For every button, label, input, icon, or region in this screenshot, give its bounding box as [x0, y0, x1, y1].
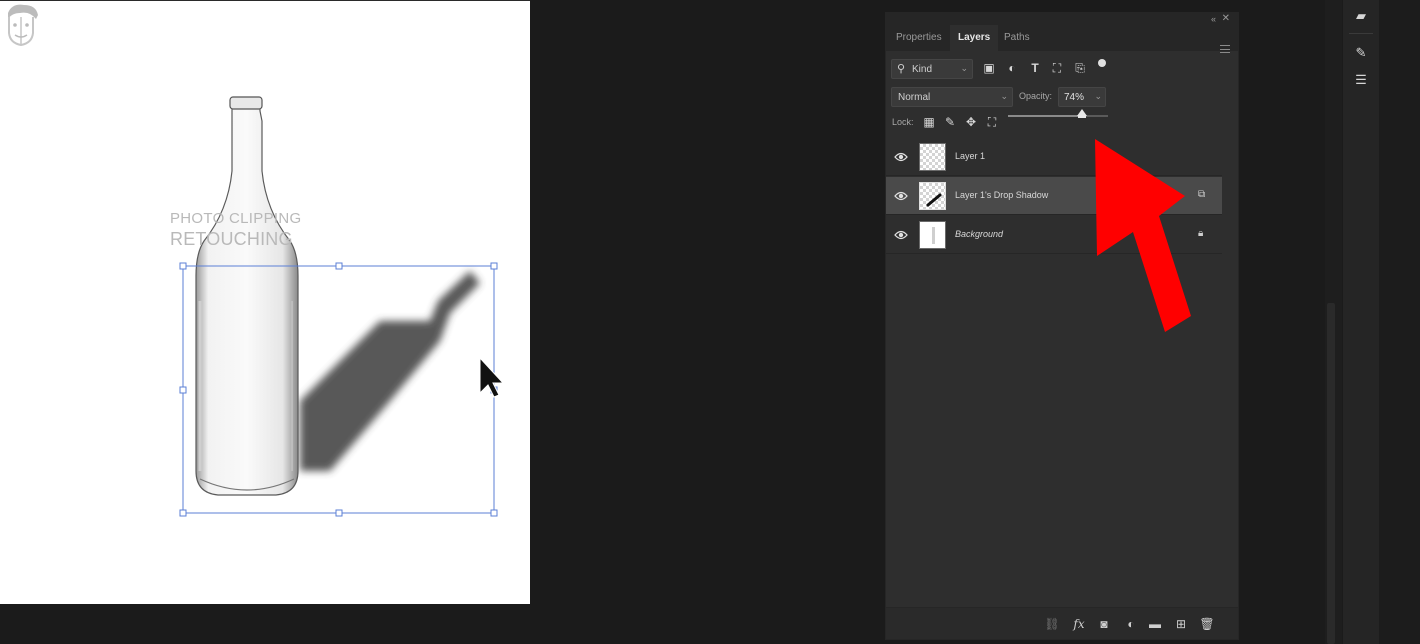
filter-toggle-icon[interactable]	[1098, 59, 1106, 67]
fx-icon[interactable]: fx	[1071, 616, 1087, 632]
lock-transparent-icon[interactable]: ▦	[922, 115, 936, 129]
layer-thumbnail	[919, 221, 946, 249]
visibility-eye-icon[interactable]	[894, 229, 908, 241]
opacity-field[interactable]: 74% ⌄	[1058, 87, 1106, 107]
bottle-shape	[195, 96, 299, 496]
layer-name: Layer 1's Drop Shadow	[955, 190, 1049, 200]
adjustment-layer-icon[interactable]: ◐	[1123, 616, 1139, 632]
filter-type-icon[interactable]: T	[1028, 61, 1042, 75]
add-mask-icon[interactable]: ◙	[1096, 616, 1112, 632]
lock-paint-icon[interactable]: ✎	[943, 115, 957, 129]
lock-artboard-icon[interactable]: ⛶	[985, 115, 999, 129]
toolbar-divider	[1349, 33, 1373, 34]
blend-mode-value: Normal	[898, 92, 931, 103]
red-arrow-annotation	[1095, 139, 1191, 332]
panel-tabs: Properties Layers Paths	[886, 25, 1238, 53]
scrollbar-thumb[interactable]	[1327, 303, 1335, 644]
layer-name: Background	[955, 229, 1004, 239]
filter-kind-select[interactable]: ⚲ Kind ⌄	[891, 59, 973, 79]
lock-position-icon[interactable]: ✥	[964, 115, 978, 129]
layer-thumbnail	[919, 143, 946, 171]
group-folder-icon[interactable]: ▬	[1147, 616, 1163, 632]
brush-settings-icon[interactable]: ✎	[1353, 45, 1369, 61]
filter-pixel-icon[interactable]: ▣	[982, 61, 996, 75]
link-layers-icon[interactable]: ⛓	[1044, 616, 1060, 632]
filter-kind-label: Kind	[912, 64, 933, 75]
mouse-cursor	[479, 356, 505, 398]
watermark-logo-icon	[8, 4, 38, 47]
comment-icon[interactable]: ▰	[1353, 8, 1369, 24]
chevron-down-icon: ⌄	[1000, 91, 1008, 101]
canvas-artwork	[179, 96, 505, 517]
visibility-eye-icon[interactable]	[894, 151, 908, 163]
panel-title-bar: « ✕	[886, 13, 1238, 25]
panel-menu-icon[interactable]	[1220, 45, 1230, 53]
layer-name: Layer 1	[955, 151, 986, 161]
delete-layer-icon[interactable]: 🗑︎	[1199, 616, 1215, 632]
document-canvas[interactable]: PHOTO CLIPPING RETOUCHING	[0, 0, 530, 604]
layer-thumbnail	[919, 182, 946, 210]
chevron-down-icon[interactable]: ⌄	[1094, 91, 1102, 102]
watermark-line-1: PHOTO CLIPPING	[170, 210, 302, 227]
shadow-thumbnail-icon	[926, 193, 942, 207]
opacity-slider-thumb[interactable]	[1077, 109, 1087, 118]
opacity-slider-fill	[1008, 115, 1082, 117]
new-layer-icon[interactable]: ⊞	[1173, 616, 1189, 632]
watermark-line-2: RETOUCHING	[170, 229, 293, 249]
blend-mode-select[interactable]: Normal ⌄	[891, 87, 1013, 107]
search-icon: ⚲	[897, 63, 906, 75]
lock-label: Lock:	[892, 117, 914, 127]
collapse-panel-icon[interactable]: «	[1211, 14, 1216, 24]
close-panel-icon[interactable]: ✕	[1222, 13, 1230, 24]
opacity-slider[interactable]	[1008, 109, 1108, 118]
adjustments-sliders-icon[interactable]: ☰	[1353, 72, 1369, 88]
drop-shadow-shape	[300, 271, 480, 471]
tab-layers[interactable]: Layers	[950, 25, 999, 51]
right-toolbar: ▰ ✎ ☰	[1343, 0, 1379, 644]
opacity-label: Opacity:	[1019, 91, 1053, 101]
filter-shape-icon[interactable]: ⛶	[1050, 61, 1064, 75]
filter-smart-object-icon[interactable]: ⎘	[1073, 61, 1087, 75]
layers-bottom-bar: ⛓ fx ◙ ◐ ▬ ⊞ 🗑︎	[886, 607, 1238, 639]
tab-properties[interactable]: Properties	[888, 25, 950, 51]
filter-adjustment-icon[interactable]: ◐	[1005, 61, 1019, 75]
bottle-thumbnail-icon	[932, 227, 935, 244]
watermark-text: PHOTO CLIPPING RETOUCHING	[170, 209, 301, 249]
tab-paths[interactable]: Paths	[996, 25, 1038, 51]
opacity-value: 74%	[1064, 92, 1085, 103]
chevron-down-icon: ⌄	[960, 63, 968, 73]
far-right-gutter	[1379, 0, 1420, 644]
visibility-eye-icon[interactable]	[894, 190, 908, 202]
